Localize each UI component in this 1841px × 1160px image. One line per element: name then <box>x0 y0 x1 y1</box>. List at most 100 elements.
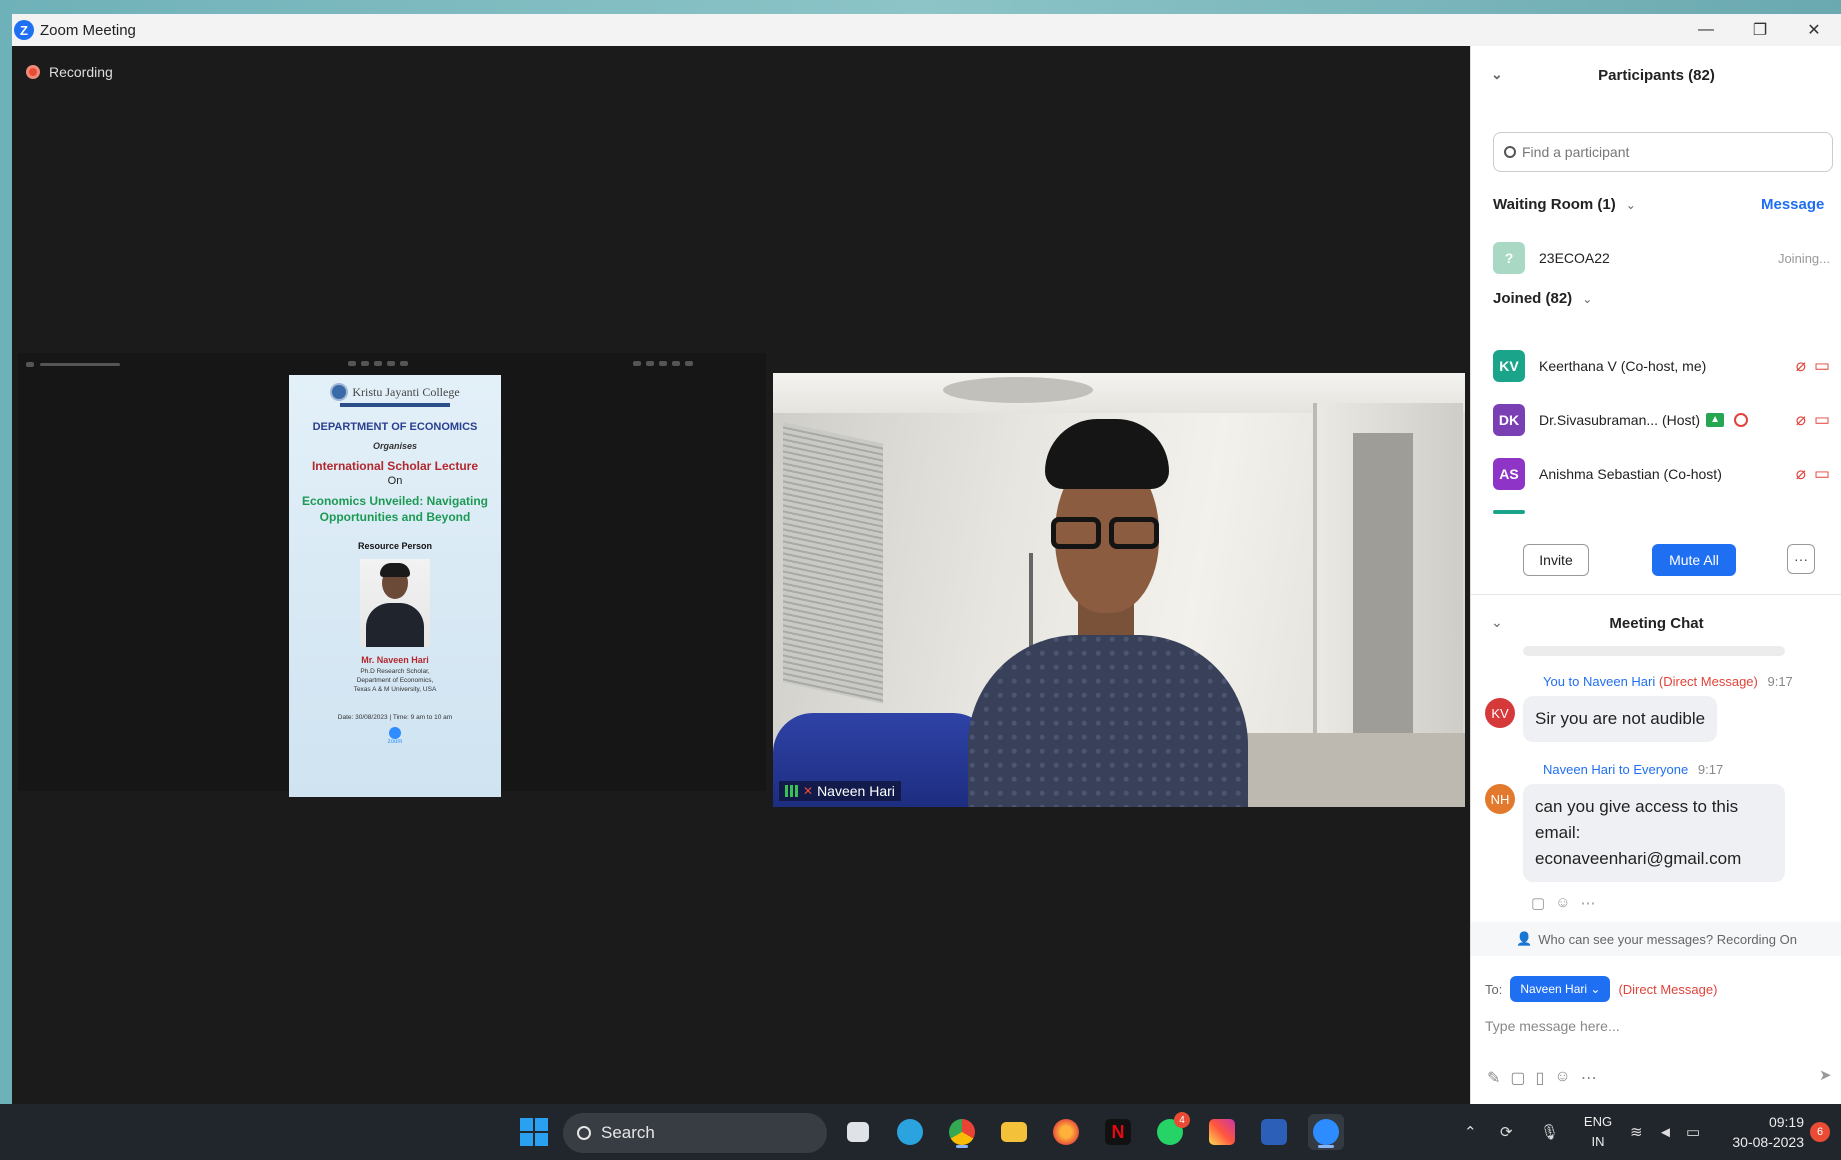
recording-indicator[interactable]: Recording <box>26 64 113 80</box>
chat-bubble[interactable]: Sir you are not audible <box>1523 696 1718 742</box>
next-participant-peek <box>1493 510 1525 514</box>
screenshot-icon[interactable]: ▢ <box>1510 1068 1525 1088</box>
close-button[interactable]: ✕ <box>1787 14 1841 46</box>
more-options-button[interactable]: ··· <box>1787 544 1815 574</box>
share-tool-icon <box>387 361 395 366</box>
more-icon[interactable]: ⋯ <box>1581 1068 1597 1088</box>
netflix-app[interactable]: N <box>1100 1114 1136 1150</box>
chat-text-line: email: <box>1535 823 1581 842</box>
language-code: ENG <box>1583 1114 1613 1129</box>
collapse-participants-chevron-icon[interactable]: ⌄ <box>1491 66 1503 83</box>
telegram-app[interactable] <box>892 1114 928 1150</box>
chat-scroll-indicator[interactable] <box>1523 646 1785 656</box>
share-tool-icon <box>685 361 693 366</box>
start-button[interactable] <box>516 1114 552 1150</box>
participant-search-input[interactable] <box>1522 144 1812 160</box>
video-off-icon: ▭ <box>1813 464 1830 483</box>
more-icon[interactable]: ⋯ <box>1581 894 1596 912</box>
glasses-lens <box>1051 517 1101 549</box>
share-tool-icon <box>659 361 667 366</box>
video-off-icon: ▭ <box>1813 356 1830 375</box>
system-clock[interactable]: 09:19 30-08-2023 <box>1724 1112 1804 1152</box>
format-icon[interactable]: ✎ <box>1487 1068 1500 1088</box>
battery-icon[interactable]: ▭ <box>1686 1104 1700 1160</box>
poster-person-desc: Ph.D Research Scholar, Department of Eco… <box>289 667 501 694</box>
recipient-selector[interactable]: Naveen Hari ⌄ <box>1510 976 1611 1002</box>
waiting-participant-row[interactable]: ? 23ECOA22 Joining... <box>1493 238 1838 278</box>
instagram-app[interactable] <box>1204 1114 1240 1150</box>
avatar: KV <box>1493 350 1525 382</box>
participant-video-tile[interactable]: ✕ Naveen Hari <box>773 373 1465 807</box>
window-controls: — ❐ ✕ <box>1679 14 1841 46</box>
participant-row[interactable]: KV Keerthana V (Co-host, me) ⌀ ▭ <box>1493 346 1838 386</box>
chat-bubble[interactable]: can you give access to this email: econa… <box>1523 784 1785 882</box>
whatsapp-badge: 4 <box>1174 1112 1190 1128</box>
share-tool-icon <box>672 361 680 366</box>
person-shirt <box>968 635 1248 807</box>
chat-time: 9:17 <box>1767 674 1793 689</box>
zoom-icon <box>1313 1119 1339 1145</box>
record-icon <box>26 65 40 79</box>
screen-share-icon: ▲ <box>1706 413 1725 427</box>
file-icon[interactable]: ▯ <box>1536 1068 1545 1088</box>
poster-topic: Economics Unveiled: Navigating Opportuni… <box>289 493 501 525</box>
clock-date: 30-08-2023 <box>1732 1134 1804 1150</box>
task-view-button[interactable] <box>840 1114 876 1150</box>
emoji-react-icon[interactable]: ☺ <box>1555 894 1570 912</box>
language-indicator[interactable]: ENG IN <box>1580 1112 1616 1152</box>
privacy-notice[interactable]: 👤 Who can see your messages? Recording O… <box>1471 922 1841 956</box>
microphone-icon[interactable]: 🎙 <box>1540 1104 1559 1160</box>
shared-screen-tile[interactable]: Kristu Jayanti College DEPARTMENT OF ECO… <box>18 353 766 797</box>
participant-row[interactable]: AS Anishma Sebastian (Co-host) ⌀ ▭ <box>1493 454 1838 494</box>
share-toolbar-icons-left <box>348 361 408 366</box>
direct-message-tag: (Direct Message) <box>1658 674 1758 689</box>
participant-status-area: ⌀ ▭ <box>1796 410 1830 430</box>
poster-resource-label: Resource Person <box>357 541 433 551</box>
netflix-icon: N <box>1105 1119 1131 1145</box>
window-blind <box>783 422 883 704</box>
whatsapp-app[interactable]: 4 <box>1152 1112 1190 1150</box>
mute-all-button[interactable]: Mute All <box>1652 544 1736 576</box>
signal-strength-icon <box>785 785 799 797</box>
poster-person-name: Mr. Naveen Hari <box>361 655 429 665</box>
panel-divider <box>1471 594 1841 595</box>
volume-icon[interactable]: ◄ <box>1658 1104 1673 1160</box>
word-app[interactable] <box>1256 1114 1292 1150</box>
participants-title: Participants (82) <box>1598 66 1715 84</box>
send-icon[interactable]: ➤ <box>1819 1066 1832 1084</box>
waiting-room-message-link[interactable]: Message <box>1761 196 1824 213</box>
participant-status-area: ⌀ ▭ <box>1796 464 1830 484</box>
recording-status-icon <box>1734 413 1749 427</box>
to-label: To: <box>1485 981 1503 997</box>
firefox-app[interactable] <box>1048 1114 1084 1150</box>
minimize-button[interactable]: — <box>1679 14 1733 46</box>
wifi-icon[interactable]: ≋ <box>1630 1104 1643 1160</box>
participant-actions: Invite Mute All ··· <box>1471 536 1841 586</box>
avatar: AS <box>1493 458 1525 490</box>
participant-name: Dr.Sivasubraman... (Host) <box>1539 412 1701 428</box>
sync-icon[interactable]: ⟳ <box>1500 1104 1513 1160</box>
participant-row[interactable]: DK Dr.Sivasubraman... (Host) ▲ ⌀ ▭ <box>1493 400 1838 440</box>
emoji-icon[interactable]: ☺ <box>1554 1068 1570 1088</box>
photo-body <box>366 603 424 647</box>
notification-badge[interactable]: 6 <box>1810 1122 1830 1142</box>
invite-button[interactable]: Invite <box>1523 544 1589 576</box>
joined-section[interactable]: Joined (82) ⌄ <box>1493 290 1592 307</box>
chat-avatar: NH <box>1485 784 1515 814</box>
zoom-window: Z Zoom Meeting — ❐ ✕ Recording Kristu Ja… <box>12 14 1841 1104</box>
chat-message-input[interactable] <box>1485 1018 1825 1034</box>
chrome-app[interactable] <box>944 1114 980 1150</box>
zoom-app[interactable] <box>1308 1114 1344 1150</box>
file-explorer-app[interactable] <box>996 1114 1032 1150</box>
privacy-notice-text: Who can see your messages? Recording On <box>1538 931 1797 947</box>
restore-button[interactable]: ❐ <box>1733 14 1787 46</box>
show-hidden-icons-chevron-icon[interactable]: ⌃ <box>1464 1104 1477 1160</box>
reply-icon[interactable]: ▢ <box>1531 894 1545 912</box>
collapse-chat-chevron-icon[interactable]: ⌄ <box>1491 614 1503 631</box>
participant-search[interactable] <box>1493 132 1833 172</box>
video-name-label: ✕ Naveen Hari <box>779 781 901 801</box>
waiting-room-section[interactable]: Waiting Room (1) ⌄ <box>1493 196 1636 213</box>
firefox-icon <box>1053 1119 1079 1145</box>
taskbar-search[interactable]: Search <box>563 1113 827 1153</box>
taskbar-search-label: Search <box>601 1123 655 1142</box>
